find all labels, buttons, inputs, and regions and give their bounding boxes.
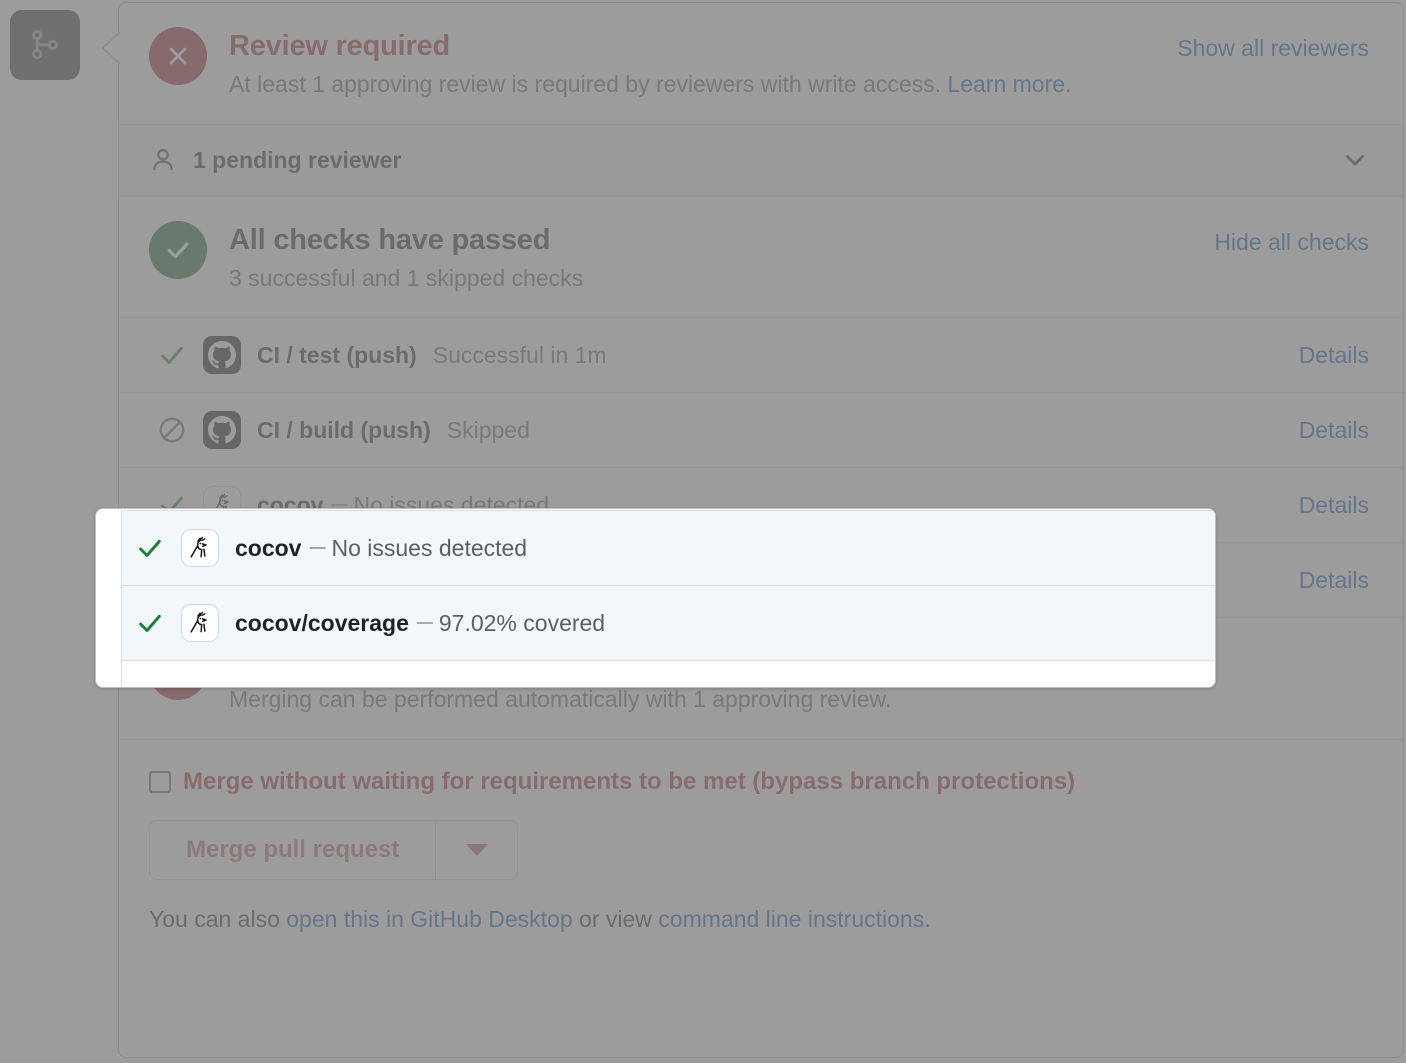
all-checks-passed-description: 3 successful and 1 skipped checks: [229, 264, 584, 291]
caret-down-icon: [465, 843, 488, 856]
open-in-github-desktop-link[interactable]: open this in GitHub Desktop: [286, 906, 572, 932]
merge-button-group[interactable]: Merge pull request: [149, 819, 519, 880]
review-required-title: Review required: [229, 30, 451, 62]
review-required-description-text: At least 1 approving review is required …: [229, 71, 948, 98]
review-required-row: Review required At least 1 approving rev…: [119, 3, 1403, 124]
review-required-description: At least 1 approving review is required …: [229, 68, 1177, 101]
bypass-protections-row[interactable]: Merge without waiting for requirements t…: [149, 768, 1369, 796]
bypass-checkbox-label: Merge without waiting for requirements t…: [183, 767, 1076, 795]
check-icon: [127, 608, 173, 638]
merging-blocked-description: Merging can be performed automatically w…: [229, 686, 892, 713]
all-checks-passed-title: All checks have passed: [229, 223, 551, 256]
callout-tail: [102, 31, 120, 65]
github-actions-icon: [203, 411, 241, 450]
check-name: CI / build (push): [257, 416, 431, 443]
pull-request-merge-box-page: Review required At least 1 approving rev…: [0, 0, 1406, 1063]
footnote-middle: or view: [572, 905, 659, 932]
review-required-text: Review required At least 1 approving rev…: [229, 25, 1177, 102]
pending-reviewer-label: 1 pending reviewer: [193, 146, 402, 173]
highlighted-check-row[interactable]: cocov/coverage — 97.02% covered: [122, 585, 1215, 660]
cocov-icon: [181, 529, 219, 567]
check-icon: [127, 533, 173, 563]
all-checks-passed-row: All checks have passed 3 successful and …: [119, 197, 1403, 318]
person-icon: [149, 146, 177, 174]
review-required-section: Review required At least 1 approving rev…: [119, 3, 1403, 196]
footnote-prefix: You can also: [149, 905, 287, 932]
check-dash: —: [309, 539, 326, 556]
merge-footnote: You can also open this in GitHub Desktop…: [149, 906, 1369, 933]
merge-actions-section: Merge without waiting for requirements t…: [119, 738, 1403, 959]
all-checks-passed-text: All checks have passed 3 successful and …: [229, 219, 1214, 296]
check-description: Successful in 1m: [432, 341, 607, 368]
show-all-reviewers-link[interactable]: Show all reviewers: [1177, 25, 1369, 62]
highlight-bottom-strip: [122, 660, 1215, 687]
command-line-instructions-link[interactable]: command line instructions: [658, 906, 924, 932]
check-description: No issues detected: [331, 534, 528, 561]
check-details-link[interactable]: Details: [1299, 342, 1369, 369]
git-branch-icon: [28, 28, 62, 62]
check-details-link[interactable]: Details: [1299, 492, 1369, 519]
skip-icon: [149, 415, 195, 445]
bypass-checkbox[interactable]: [149, 770, 171, 793]
highlighted-check-row[interactable]: cocov — No issues detected: [122, 510, 1215, 585]
highlighted-cocov-checks-card: cocov — No issues detected cocov/coverag…: [95, 508, 1216, 688]
merge-options-caret-button[interactable]: [435, 820, 517, 879]
check-details-link[interactable]: Details: [1299, 417, 1369, 444]
merge-pull-request-button[interactable]: Merge pull request: [150, 821, 435, 879]
check-dash: —: [416, 614, 433, 631]
check-details-link[interactable]: Details: [1299, 567, 1369, 594]
cocov-icon: [181, 604, 219, 642]
check-name: cocov: [235, 534, 302, 561]
pending-reviewer-strip[interactable]: 1 pending reviewer: [119, 123, 1403, 196]
github-actions-icon: [203, 336, 241, 375]
check-description: Skipped: [446, 416, 530, 443]
x-circle-icon: [149, 27, 207, 85]
hide-all-checks-link[interactable]: Hide all checks: [1214, 219, 1369, 256]
highlight-inner: cocov — No issues detected cocov/coverag…: [121, 510, 1215, 687]
git-branch-badge: [10, 10, 80, 80]
learn-more-link[interactable]: Learn more.: [947, 71, 1071, 97]
footnote-suffix: .: [924, 905, 931, 932]
check-circle-icon: [149, 220, 207, 279]
check-icon: [149, 340, 195, 370]
check-name: CI / test (push): [257, 341, 417, 368]
check-description: 97.02% covered: [438, 609, 606, 636]
check-row[interactable]: CI / build (push) Skipped Details: [119, 392, 1403, 467]
chevron-down-icon[interactable]: [1341, 146, 1369, 174]
check-row[interactable]: CI / test (push) Successful in 1m Detail…: [119, 317, 1403, 392]
check-name: cocov/coverage: [235, 609, 409, 636]
